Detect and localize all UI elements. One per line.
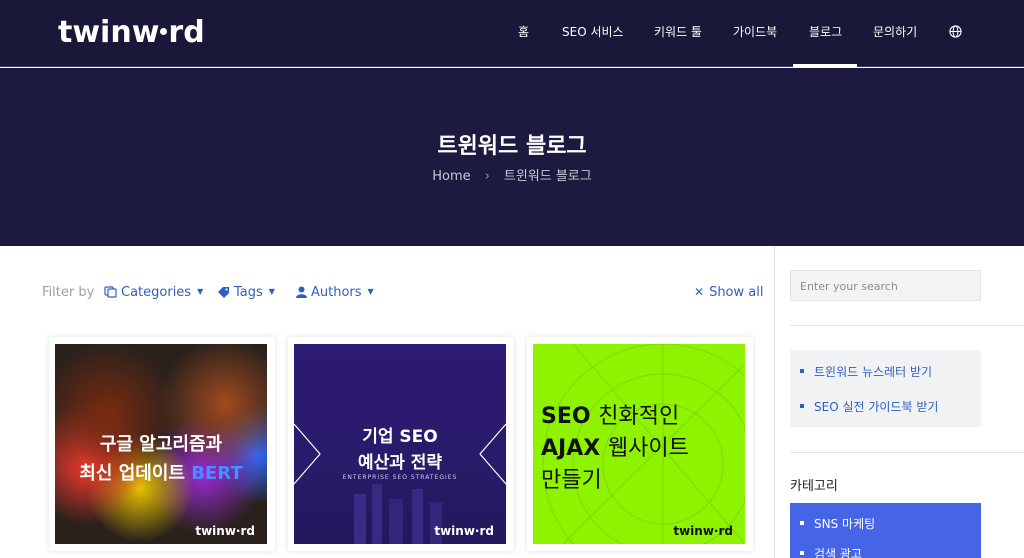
filter-authors-label: Authors xyxy=(311,285,362,300)
card-title-line2-a: AJAX xyxy=(541,436,608,461)
chevron-down-icon: ▼ xyxy=(367,287,374,296)
chevron-down-icon: ▼ xyxy=(268,287,275,296)
page-title: 트윈워드 블로그 xyxy=(437,134,587,159)
card-title-line2: 예산과 전략 xyxy=(357,453,443,473)
card-title-line2-b: 웹사이트 xyxy=(607,436,689,461)
chevron-down-icon: ▼ xyxy=(197,287,204,296)
nav-active-indicator xyxy=(793,64,857,67)
card-title-line2-text: 최신 업데이트 xyxy=(79,463,192,484)
category-heading: 카테고리 xyxy=(790,479,838,494)
globe-icon[interactable] xyxy=(949,25,962,38)
card-title-line1-a: SEO xyxy=(541,404,599,429)
card-title-line1: SEO 친화적인 xyxy=(541,398,679,430)
site-header: twinw rd 홈 SEO 서비스 키워드 툴 가이드북 블로그 문의하기 xyxy=(0,0,1024,67)
post-card[interactable]: SEO 친화적인 AJAX 웹사이트 만들기 twinw·rd xyxy=(527,337,753,551)
breadcrumb-home[interactable]: Home xyxy=(432,169,470,184)
category-list: SNS 마케팅 검색 광고 xyxy=(790,503,981,558)
post-thumbnail[interactable]: 구글 알고리즘과 최신 업데이트 BERT twinw·rd xyxy=(55,344,267,544)
nav-blog[interactable]: 블로그 xyxy=(809,24,842,40)
filter-bar: Filter by Categories ▼ Tags ▼ Authors ▼ ✕ Sh… xyxy=(0,285,775,303)
show-all-label: Show all xyxy=(709,285,764,300)
sidebar-link-label: SEO 실전 가이드북 받기 xyxy=(814,400,939,414)
nav-contact[interactable]: 문의하기 xyxy=(873,24,917,40)
sidebar-link-newsletter[interactable]: 트윈워드 뉴스레터 받기 xyxy=(800,363,932,380)
filter-categories[interactable]: Categories ▼ xyxy=(104,285,203,300)
filter-tags-label: Tags xyxy=(234,285,263,300)
search-input[interactable]: Enter your search xyxy=(790,270,981,301)
show-all-button[interactable]: ✕ Show all xyxy=(694,285,763,300)
category-item-search-ads[interactable]: 검색 광고 xyxy=(800,545,862,558)
card-title-line2: AJAX 웹사이트 xyxy=(541,430,689,462)
breadcrumb-current: 트윈워드 블로그 xyxy=(503,169,592,184)
filter-authors[interactable]: Authors ▼ xyxy=(296,285,374,300)
main-nav: 홈 SEO 서비스 키워드 툴 가이드북 블로그 문의하기 xyxy=(0,24,1024,44)
card-logo: twinw·rd xyxy=(195,524,255,538)
card-subtitle: ENTERPRISE SEO STRATEGIES xyxy=(342,474,458,481)
card-title-line1: 구글 알고리즘과 xyxy=(99,434,223,455)
card-logo: twinw·rd xyxy=(673,524,733,538)
categories-icon xyxy=(104,286,117,298)
sidebar-divider xyxy=(774,246,775,558)
filter-tags[interactable]: Tags ▼ xyxy=(217,285,275,300)
card-logo: twinw·rd xyxy=(434,524,494,538)
post-card[interactable]: 기업 SEO 예산과 전략 ENTERPRISE SEO STRATEGIES … xyxy=(288,337,514,551)
nav-seo-service[interactable]: SEO 서비스 xyxy=(562,24,624,40)
card-title-line1: 기업 SEO xyxy=(362,427,438,447)
category-item-sns[interactable]: SNS 마케팅 xyxy=(800,515,875,532)
breadcrumb-separator: › xyxy=(484,169,490,184)
bullet-icon xyxy=(800,521,804,525)
tag-icon xyxy=(218,287,229,298)
category-item-label: SNS 마케팅 xyxy=(814,517,876,531)
card-title-line2: 최신 업데이트 BERT xyxy=(55,459,267,485)
post-card[interactable]: 구글 알고리즘과 최신 업데이트 BERT twinw·rd xyxy=(49,337,275,551)
filter-categories-label: Categories xyxy=(121,285,192,300)
close-icon: ✕ xyxy=(694,285,705,299)
bullet-icon xyxy=(800,404,804,408)
breadcrumb: Home › 트윈워드 블로그 xyxy=(0,165,1024,184)
filter-label: Filter by xyxy=(42,285,95,300)
sidebar-links-box: 트윈워드 뉴스레터 받기 SEO 실전 가이드북 받기 xyxy=(790,350,981,427)
sidebar-separator xyxy=(790,452,1024,453)
nav-guidebook[interactable]: 가이드북 xyxy=(733,24,777,40)
bullet-icon xyxy=(800,551,804,555)
sidebar-link-label: 트윈워드 뉴스레터 받기 xyxy=(814,365,933,379)
post-thumbnail[interactable]: SEO 친화적인 AJAX 웹사이트 만들기 twinw·rd xyxy=(533,344,745,544)
sidebar-link-guidebook[interactable]: SEO 실전 가이드북 받기 xyxy=(800,398,938,415)
user-icon xyxy=(296,286,307,298)
category-item-label: 검색 광고 xyxy=(814,547,862,558)
nav-home[interactable]: 홈 xyxy=(518,24,529,40)
card-title-highlight: BERT xyxy=(191,463,243,484)
card-title-line1-b: 친화적인 xyxy=(598,404,680,429)
post-thumbnail[interactable]: 기업 SEO 예산과 전략 ENTERPRISE SEO STRATEGIES … xyxy=(294,344,506,544)
card-title-line3: 만들기 xyxy=(541,468,602,493)
nav-keyword-tool[interactable]: 키워드 툴 xyxy=(654,24,702,40)
sidebar-separator xyxy=(790,325,1024,326)
bullet-icon xyxy=(800,369,804,373)
